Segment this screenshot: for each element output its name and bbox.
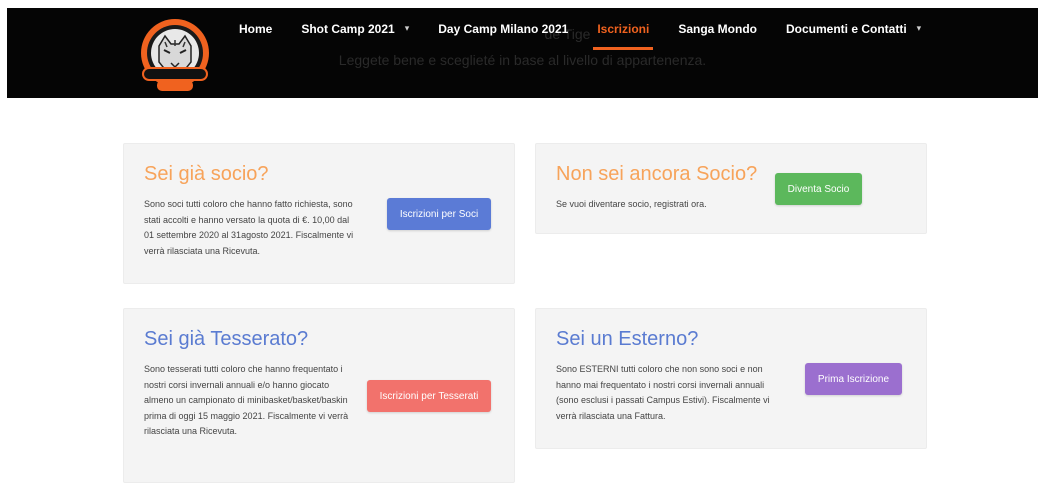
top-nav-bar: de Tige Leggete bene e sceglieté in base…	[7, 8, 1038, 98]
nav-shot-camp[interactable]: Shot Camp 2021 ▾	[301, 8, 409, 50]
site-logo[interactable]	[137, 16, 217, 96]
non-socio-card-title: Non sei ancora Socio?	[556, 163, 758, 185]
nav-documenti-label: Documenti e Contatti	[786, 22, 907, 36]
iscrizioni-soci-button[interactable]: Iscrizioni per Soci	[387, 198, 491, 230]
nav-sanga-mondo-label: Sanga Mondo	[678, 22, 757, 36]
esterno-card-title: Sei un Esterno?	[556, 328, 699, 350]
nav-home-label: Home	[239, 22, 273, 36]
nav-iscrizioni[interactable]: Iscrizioni	[593, 8, 654, 50]
main-menu: Home Shot Camp 2021 ▾ Day Camp Milano 20…	[239, 8, 950, 58]
nav-day-camp[interactable]: Day Camp Milano 2021	[438, 8, 568, 50]
esterno-card-text: Sono ESTERNI tutti coloro che non sono s…	[556, 364, 770, 421]
nav-sanga-mondo[interactable]: Sanga Mondo	[678, 8, 757, 50]
chevron-down-icon: ▾	[916, 23, 922, 33]
socio-card-text: Sono soci tutti coloro che hanno fatto r…	[144, 199, 354, 256]
tesserato-card-title: Sei già Tesserato?	[144, 328, 309, 350]
non-socio-card-text: Se vuoi diventare socio, registrati ora.	[556, 199, 707, 209]
nav-documenti-contatti[interactable]: Documenti e Contatti ▾	[786, 8, 921, 50]
tiger-logo-icon	[141, 19, 209, 91]
nav-shot-camp-label: Shot Camp 2021	[301, 22, 395, 36]
nav-iscrizioni-label: Iscrizioni	[597, 22, 650, 36]
prima-iscrizione-button[interactable]: Prima Iscrizione	[805, 363, 902, 395]
diventa-socio-button[interactable]: Diventa Socio	[775, 173, 862, 205]
tesserato-card-text: Sono tesserati tutti coloro che hanno fr…	[144, 364, 349, 436]
nav-day-camp-label: Day Camp Milano 2021	[438, 22, 569, 36]
socio-card-title: Sei già socio?	[144, 163, 269, 185]
tesserato-card: Sei già Tesserato? Sono tesserati tutti …	[123, 308, 515, 483]
non-socio-card: Non sei ancora Socio? Se vuoi diventare …	[535, 143, 927, 234]
esterno-card: Sei un Esterno? Sono ESTERNI tutti color…	[535, 308, 927, 449]
nav-home[interactable]: Home	[239, 8, 272, 50]
chevron-down-icon: ▾	[404, 23, 410, 33]
socio-card: Sei già socio? Sono soci tutti coloro ch…	[123, 143, 515, 284]
iscrizioni-tesserati-button[interactable]: Iscrizioni per Tesserati	[367, 380, 491, 412]
